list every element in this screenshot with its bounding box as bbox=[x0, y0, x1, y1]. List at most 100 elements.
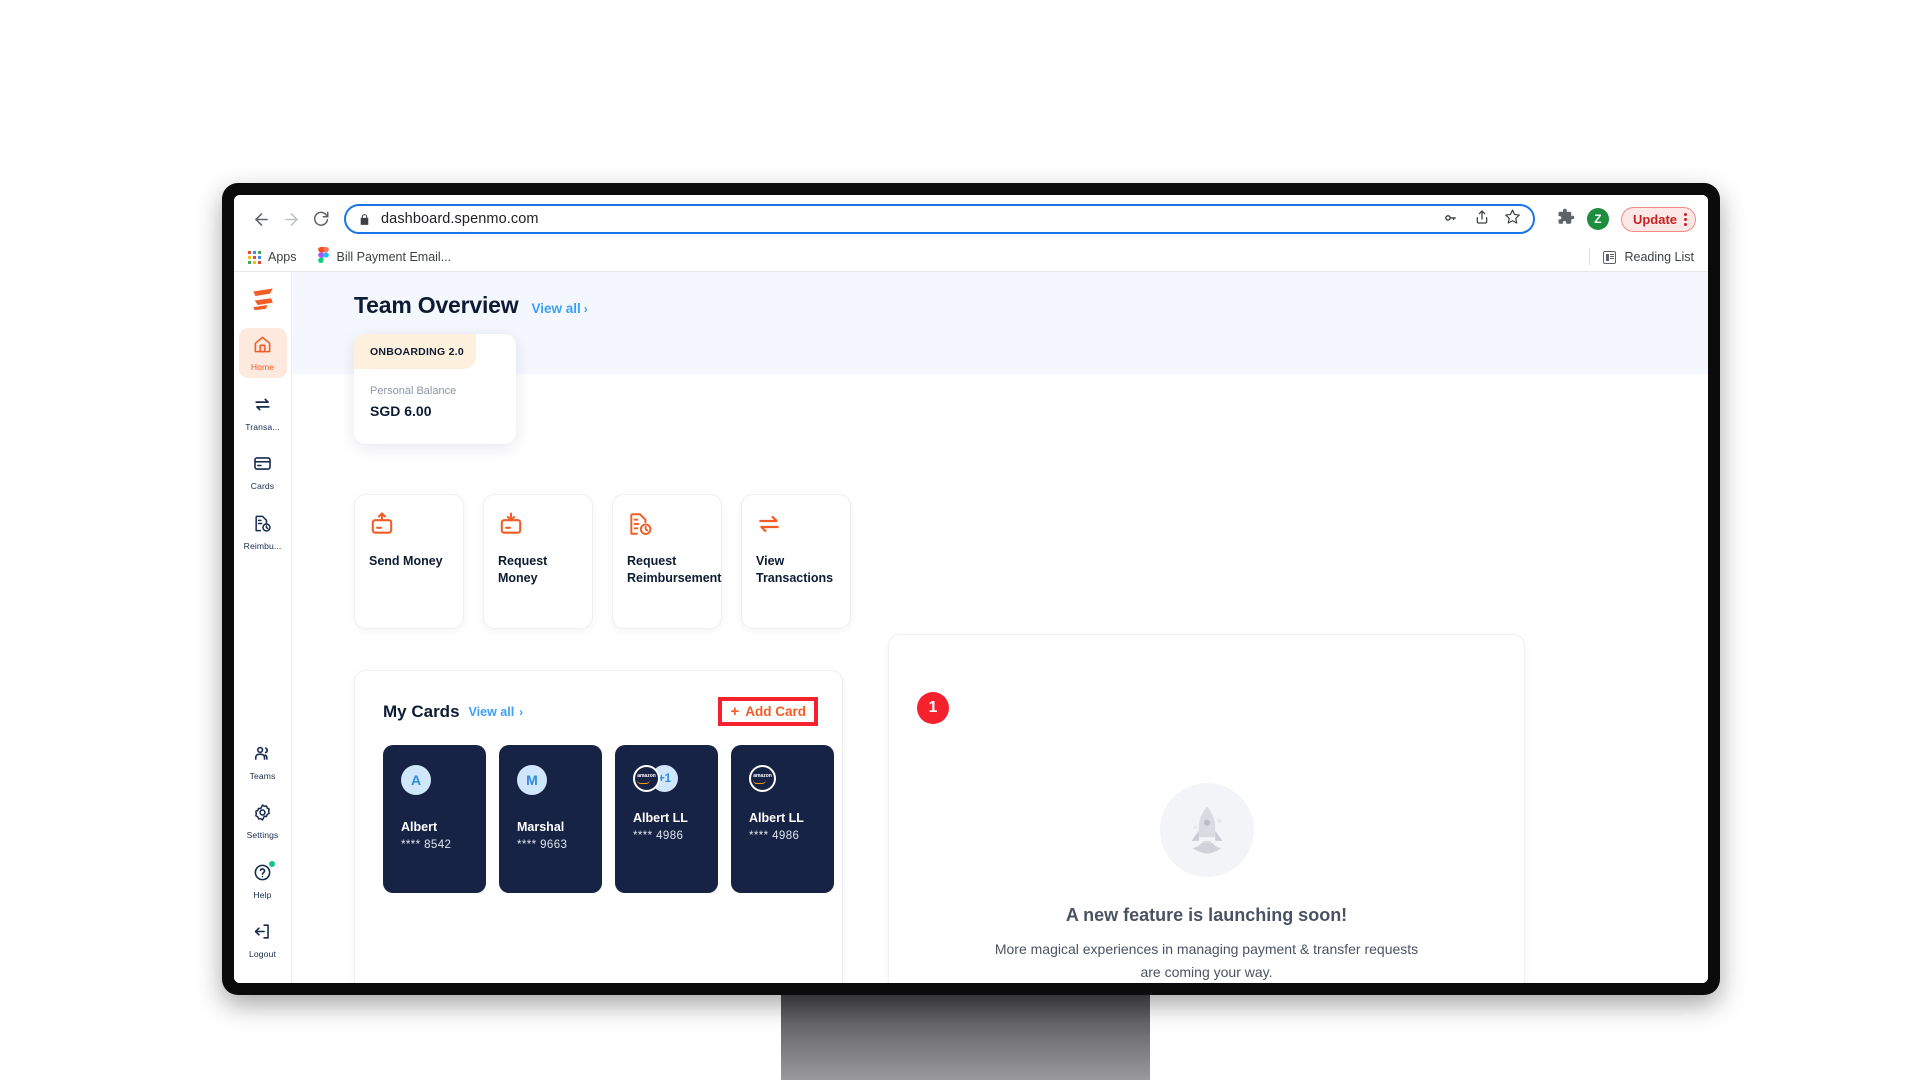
reading-list-button[interactable]: Reading List bbox=[1588, 249, 1695, 265]
card-number: **** 8542 bbox=[401, 839, 452, 851]
screenshot-root: dashboard.spenmo.com Z Update Apps Bill … bbox=[0, 0, 1920, 1080]
sidebar-item-help[interactable]: Help bbox=[239, 856, 287, 906]
gear-icon bbox=[253, 803, 272, 827]
action-tile-view-transactions[interactable]: View Transactions bbox=[741, 494, 851, 629]
balance-label: Personal Balance bbox=[370, 385, 457, 397]
request-reimbursement-icon bbox=[627, 511, 707, 545]
view-transactions-icon bbox=[756, 511, 836, 545]
sidebar: Home Transa... Cards Reimbu... Teams Set… bbox=[234, 272, 292, 983]
bookmarks-divider bbox=[1588, 249, 1590, 265]
transfer-icon bbox=[253, 395, 272, 419]
merchant-avatars: amazon bbox=[749, 765, 834, 792]
personal-balance-card[interactable]: ONBOARDING 2.0 Personal Balance SGD 6.00 bbox=[354, 334, 516, 444]
coming-soon-title: A new feature is launching soon! bbox=[1065, 905, 1348, 925]
add-card-label: Add Card bbox=[745, 704, 806, 719]
quick-actions: Send Money Request Money Request Reimbur… bbox=[354, 494, 851, 629]
action-tile-request-money[interactable]: Request Money bbox=[483, 494, 593, 629]
sidebar-item-settings[interactable]: Settings bbox=[239, 796, 287, 846]
balance-value: SGD 6.00 bbox=[370, 403, 432, 419]
monitor-stand bbox=[781, 994, 1150, 1080]
chevron-right-icon: › bbox=[519, 704, 524, 719]
sidebar-item-reimbursement[interactable]: Reimbu... bbox=[239, 507, 287, 557]
browser-toolbar: dashboard.spenmo.com Z Update bbox=[234, 195, 1708, 243]
sidebar-item-logout[interactable]: Logout bbox=[239, 915, 287, 973]
card-tile[interactable]: amazon Albert LL **** 4986 bbox=[731, 745, 834, 893]
update-button[interactable]: Update bbox=[1620, 206, 1696, 232]
help-notification-badge bbox=[268, 860, 275, 867]
people-icon bbox=[253, 744, 272, 768]
bookmark-bill-payment-label: Bill Payment Email... bbox=[336, 250, 452, 264]
monitor-screen: dashboard.spenmo.com Z Update Apps Bill … bbox=[234, 195, 1708, 983]
action-tile-request-money-label: Request Money bbox=[498, 554, 548, 585]
sidebar-item-cards[interactable]: Cards bbox=[239, 447, 287, 497]
action-tile-request-reimbursement-label: Request Reimbursement bbox=[627, 554, 722, 585]
amazon-icon: amazon bbox=[633, 765, 660, 792]
card-tile[interactable]: A Albert **** 8542 bbox=[383, 745, 486, 893]
amazon-icon: amazon bbox=[749, 765, 776, 792]
onboarding-tab-label: ONBOARDING 2.0 bbox=[370, 346, 464, 358]
key-icon[interactable] bbox=[1443, 208, 1460, 230]
kebab-menu-icon[interactable] bbox=[1684, 212, 1687, 226]
sidebar-item-transactions-label: Transa... bbox=[245, 421, 280, 432]
sidebar-item-home-label: Home bbox=[250, 362, 275, 372]
avatar: A bbox=[401, 765, 431, 795]
avatar: M bbox=[517, 765, 547, 795]
update-label: Update bbox=[1632, 211, 1677, 227]
coming-soon-panel: A new feature is launching soon! More ma… bbox=[888, 634, 1525, 983]
sidebar-item-help-label: Help bbox=[253, 889, 272, 900]
my-cards-view-all-link[interactable]: View all › bbox=[469, 705, 524, 719]
bookmark-apps-label: Apps bbox=[268, 250, 297, 264]
back-arrow-icon[interactable] bbox=[246, 204, 276, 234]
amazon-wordmark: amazon bbox=[753, 773, 772, 784]
credit-card-icon bbox=[253, 454, 272, 478]
reading-list-label: Reading List bbox=[1624, 250, 1695, 264]
receipt-clock-icon bbox=[253, 514, 272, 538]
star-icon[interactable] bbox=[1504, 208, 1521, 230]
chevron-right-icon: › bbox=[583, 301, 588, 316]
sidebar-item-transactions[interactable]: Transa... bbox=[239, 388, 287, 438]
action-tile-request-reimbursement[interactable]: Request Reimbursement bbox=[612, 494, 722, 629]
sidebar-item-home[interactable]: Home bbox=[238, 328, 287, 378]
bookmark-bill-payment-email[interactable]: Bill Payment Email... bbox=[317, 246, 452, 268]
question-circle-icon bbox=[253, 863, 272, 887]
share-icon[interactable] bbox=[1474, 209, 1490, 230]
card-holder-name: Marshal bbox=[517, 820, 565, 834]
card-number: **** 9663 bbox=[517, 839, 568, 851]
rocket-icon bbox=[1159, 783, 1254, 877]
card-holder-name: Albert LL bbox=[633, 811, 688, 825]
sidebar-item-settings-label: Settings bbox=[246, 830, 279, 841]
sidebar-item-logout-label: Logout bbox=[249, 949, 276, 960]
omnibox-actions bbox=[1431, 208, 1521, 230]
profile-avatar[interactable]: Z bbox=[1586, 208, 1609, 230]
browser-window: dashboard.spenmo.com Z Update Apps Bill … bbox=[234, 195, 1708, 983]
bookmark-apps[interactable]: Apps bbox=[248, 250, 297, 264]
action-tile-send-money[interactable]: Send Money bbox=[354, 494, 464, 629]
team-overview-view-all-label: View all bbox=[531, 301, 581, 316]
address-bar[interactable]: dashboard.spenmo.com bbox=[344, 204, 1535, 234]
reading-list-icon bbox=[1602, 250, 1616, 264]
reload-icon[interactable] bbox=[306, 204, 336, 234]
puzzle-icon[interactable] bbox=[1557, 208, 1575, 231]
card-tile[interactable]: amazon +1 Albert LL **** 4986 bbox=[615, 745, 718, 893]
action-tile-send-money-label: Send Money bbox=[369, 554, 443, 568]
page-title: Team Overview bbox=[354, 292, 519, 318]
sidebar-item-reimbursement-label: Reimbu... bbox=[243, 540, 282, 551]
plus-icon: + bbox=[730, 703, 740, 720]
add-card-highlight-box: + Add Card bbox=[718, 697, 818, 726]
sidebar-item-teams[interactable]: Teams bbox=[239, 737, 287, 787]
spenmo-logo-icon[interactable] bbox=[248, 284, 278, 314]
my-cards-header: My Cards View all › + Add Card bbox=[355, 671, 842, 726]
toolbar-right-actions: Z Update bbox=[1557, 206, 1696, 232]
my-cards-title: My Cards bbox=[383, 701, 460, 721]
add-card-button[interactable]: + Add Card bbox=[730, 704, 806, 719]
card-holder-name: Albert bbox=[401, 820, 438, 834]
card-tile[interactable]: M Marshal **** 9663 bbox=[499, 745, 602, 893]
sidebar-item-cards-label: Cards bbox=[250, 481, 275, 492]
card-number: **** 4986 bbox=[749, 830, 800, 842]
my-cards-list: A Albert **** 8542 M Marshal **** 9663 a… bbox=[355, 726, 842, 893]
forward-arrow-icon[interactable] bbox=[276, 204, 306, 234]
spenmo-app: Home Transa... Cards Reimbu... Teams Set… bbox=[234, 272, 1708, 983]
team-overview-header: Team Overview View all › bbox=[354, 292, 588, 319]
team-overview-view-all-link[interactable]: View all › bbox=[531, 301, 587, 316]
balance-body: Personal Balance SGD 6.00 bbox=[354, 369, 516, 419]
